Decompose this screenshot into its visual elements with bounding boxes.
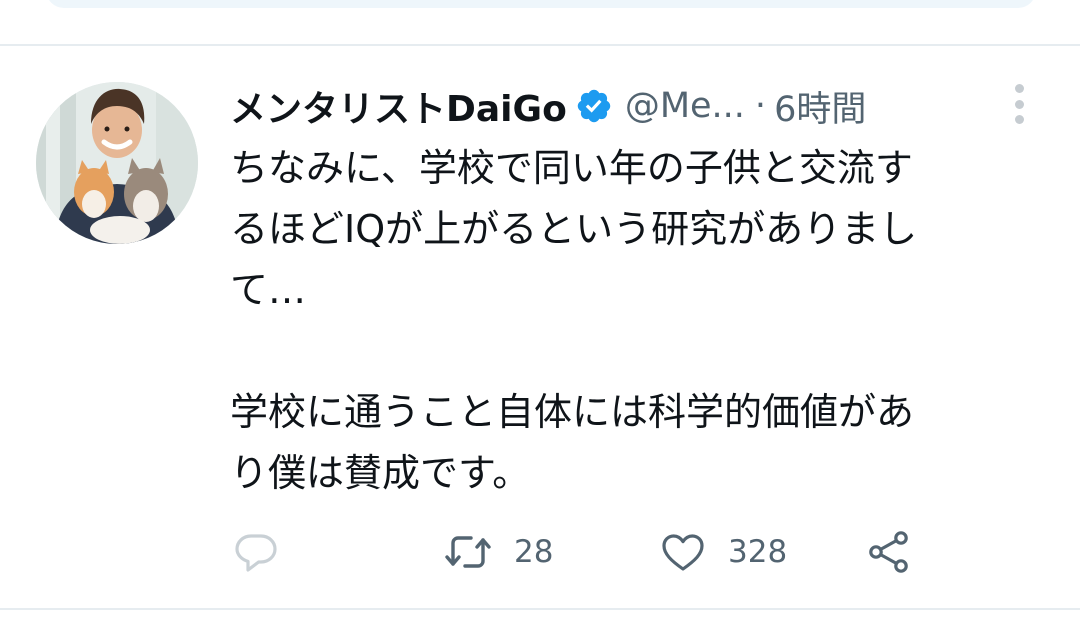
reply-button[interactable] xyxy=(232,524,300,580)
tweet-text-line: り僕は賛成です。 xyxy=(230,451,531,495)
tweet-text-line: て… xyxy=(230,268,307,312)
tweet-text-line: るほどIQが上がるという研究がありまし xyxy=(230,207,918,251)
top-divider xyxy=(0,44,1080,46)
retweet-button[interactable]: 28 xyxy=(442,524,553,580)
tweet-text-line: 学校に通うこと自体には科学的価値があ xyxy=(230,390,915,434)
verified-badge-icon xyxy=(577,89,611,123)
previous-tweet-card-edge xyxy=(46,0,1036,8)
tweet-text: ちなみに、学校で同い年の子供と交流す るほどIQが上がるという研究がありまし て… xyxy=(230,138,1050,504)
tweet-timestamp[interactable]: 6時間 xyxy=(774,81,866,132)
share-button[interactable] xyxy=(864,524,914,580)
avatar[interactable] xyxy=(36,82,198,244)
retweet-icon xyxy=(445,536,491,568)
like-count: 328 xyxy=(728,534,788,570)
tweet-text-line: ちなみに、学校で同い年の子供と交流す xyxy=(230,146,913,190)
author-handle[interactable]: @Me... xyxy=(625,86,745,126)
avatar-image xyxy=(36,82,198,244)
more-dot xyxy=(1014,99,1024,109)
more-options-icon[interactable] xyxy=(1006,82,1032,126)
like-icon xyxy=(662,534,704,571)
share-icon xyxy=(869,531,908,573)
like-button[interactable]: 328 xyxy=(658,524,787,580)
tweet-header: メンタリストDaiGo @Me... · 6時間 xyxy=(230,80,1030,132)
reply-icon xyxy=(235,534,277,572)
retweet-count: 28 xyxy=(514,534,554,570)
tweet-actions: 28 328 xyxy=(230,524,950,580)
more-dot xyxy=(1014,115,1024,124)
more-dot xyxy=(1014,84,1024,93)
header-separator: · xyxy=(754,86,767,126)
bottom-divider xyxy=(0,608,1080,610)
author-name[interactable]: メンタリストDaiGo xyxy=(230,80,567,132)
